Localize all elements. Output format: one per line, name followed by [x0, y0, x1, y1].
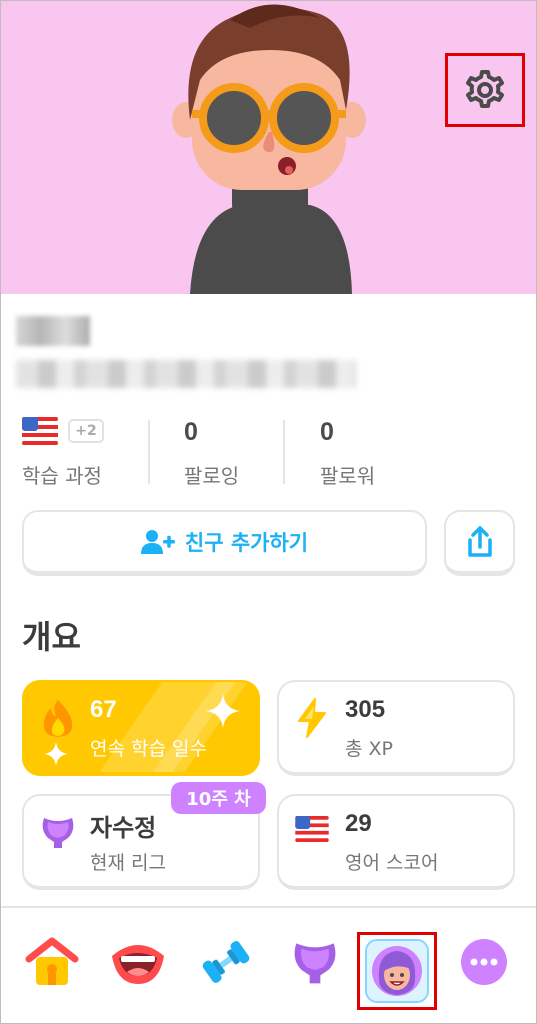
home-icon: [25, 937, 79, 985]
profile-header: [0, 0, 537, 294]
us-flag-icon: [295, 816, 329, 842]
profile-name-area: [16, 316, 356, 392]
league-name: 자수정: [90, 814, 157, 842]
us-flag-icon: [22, 417, 58, 445]
followers-count: 0: [320, 418, 334, 446]
sparkle-icon: [44, 742, 68, 766]
gear-icon: [466, 70, 504, 108]
following-count: 0: [184, 418, 198, 446]
english-score: 29: [345, 810, 372, 837]
display-name-redacted: [16, 316, 90, 346]
following-label: 팔로잉: [184, 464, 240, 488]
xp-card[interactable]: 305 총 XP: [277, 680, 515, 776]
nav-practice[interactable]: [194, 930, 258, 994]
streak-card[interactable]: 67 연속 학습 일수: [22, 680, 260, 776]
profile-icon: [372, 946, 422, 996]
courses-stat[interactable]: +2 학습 과정: [22, 412, 142, 492]
amethyst-league-icon: [42, 818, 74, 848]
nav-leagues[interactable]: [283, 930, 347, 994]
league-label: 현재 리그: [90, 852, 166, 874]
bottom-nav: [0, 906, 537, 1024]
lightning-icon: [298, 698, 326, 738]
streak-count: 67: [90, 696, 117, 723]
add-person-icon: [140, 529, 175, 554]
avatar: [172, 4, 366, 294]
followers-label: 팔로워: [320, 464, 376, 488]
nav-more[interactable]: [452, 930, 516, 994]
add-friend-label: 친구 추가하기: [184, 530, 309, 555]
divider: [148, 420, 150, 484]
xp-label: 총 XP: [345, 738, 393, 760]
xp-total: 305: [345, 696, 386, 723]
divider: [283, 420, 285, 484]
courses-label: 학습 과정: [22, 464, 102, 488]
english-score-card[interactable]: 29 영어 스코어: [277, 794, 515, 890]
league-week-badge: 10주 차: [171, 782, 266, 814]
streak-label: 연속 학습 일수: [90, 738, 207, 760]
nav-home[interactable]: [20, 930, 84, 994]
settings-button[interactable]: [445, 53, 525, 127]
speaking-icon: [112, 945, 164, 984]
followers-stat[interactable]: 0 팔로워: [320, 412, 420, 492]
username-redacted: [16, 360, 356, 388]
share-button[interactable]: [444, 510, 515, 576]
sparkle-icon: [206, 694, 240, 728]
nav-speaking[interactable]: [106, 930, 170, 994]
add-friend-button[interactable]: 친구 추가하기: [22, 510, 427, 576]
following-stat[interactable]: 0 팔로잉: [184, 412, 284, 492]
courses-extra-badge: +2: [68, 419, 104, 443]
overview-title: 개요: [22, 618, 81, 656]
nav-profile-tile[interactable]: [365, 939, 429, 1003]
share-icon: [467, 525, 492, 557]
stats-row: +2 학습 과정 0 팔로잉 0 팔로워: [22, 412, 502, 492]
leagues-icon: [294, 943, 336, 984]
dumbbell-icon: [202, 941, 250, 983]
more-icon: [461, 939, 507, 985]
english-score-label: 영어 스코어: [345, 852, 439, 874]
nav-profile[interactable]: [357, 932, 437, 1010]
flame-icon: [43, 700, 73, 737]
